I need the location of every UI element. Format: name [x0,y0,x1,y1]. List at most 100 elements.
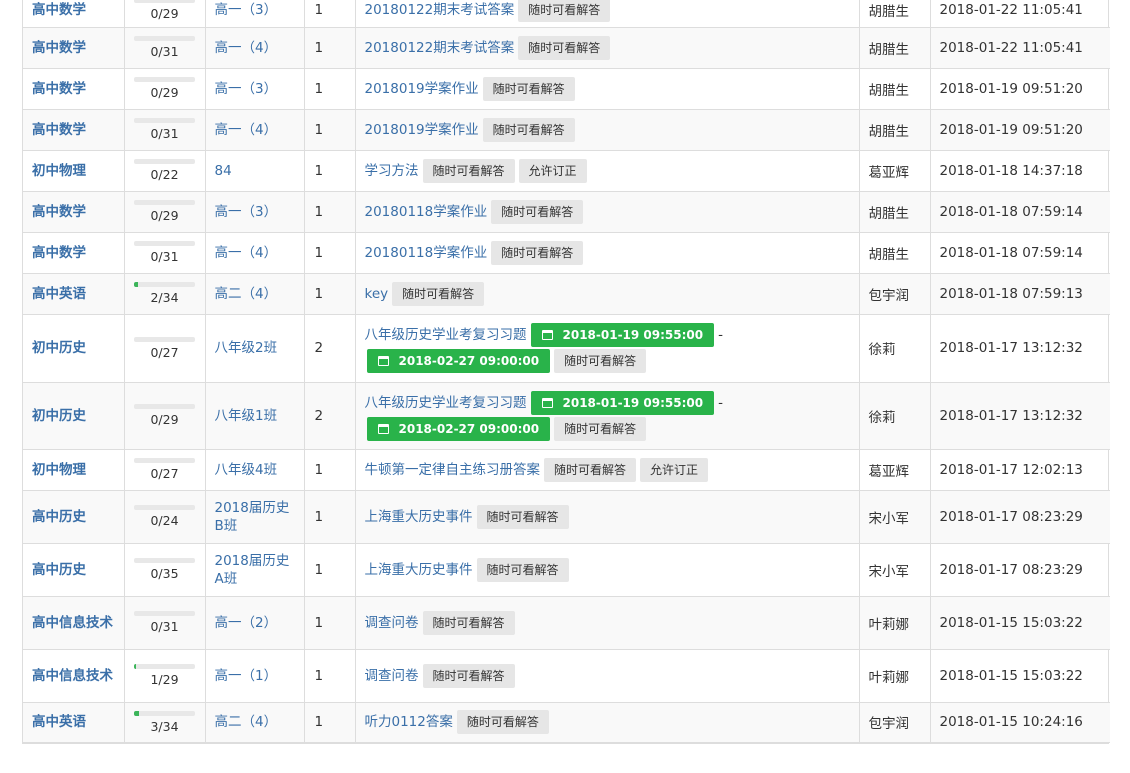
table-row: 高中历史 0/24 2018届历史B班 1 上海重大历史事件 随时可看解答 宋小军 2018-… [23,490,1110,544]
created-time: 2018-01-15 10:24:16 [939,714,1083,730]
time-cell: 2018-01-17 12:02:13 [930,449,1110,491]
assignment-title-link[interactable]: 牛顿第一定律自主练习册答案 [365,462,541,478]
count-value: 1 [314,461,324,478]
answer-tag[interactable]: 随时可看解答 [491,199,584,224]
teacher-name: 包宇润 [868,716,910,732]
class-cell: 高一（4） [205,232,305,274]
answer-tag[interactable]: 随时可看解答 [392,281,485,306]
created-time: 2018-01-22 11:05:41 [939,39,1083,56]
answer-tag[interactable]: 随时可看解答 [554,349,647,373]
progress-bar [134,159,195,164]
subject-cell: 初中历史 [23,382,125,450]
progress-bar [134,664,195,669]
answer-tag[interactable]: 随时可看解答 [476,557,569,582]
progress-text: 0/31 [150,126,179,141]
teacher-name: 宋小军 [868,563,910,580]
progress-bar [134,336,195,342]
class-link[interactable]: 高一（1） [215,668,278,684]
answer-tag[interactable]: 允许订正 [640,457,709,482]
progress-text: 2/34 [150,290,179,305]
count-cell: 1 [304,27,356,69]
assignment-title-link[interactable]: 上海重大历史事件 [365,509,473,525]
table-row: 高中数学 0/29 高一（3） 1 2018019学案作业 随时可看解答 胡腊生 2018-0… [23,68,1110,110]
assignment-title-link[interactable]: 八年级历史学业考复习习题 [365,327,527,343]
answer-tag[interactable]: 随时可看解答 [482,117,575,142]
assignment-title-link[interactable]: 20180118学案作业 [365,204,488,220]
progress-text: 0/29 [150,6,179,22]
answer-tag[interactable]: 随时可看解答 [491,240,584,265]
answer-tag[interactable]: 随时可看解答 [422,158,515,183]
answer-tag[interactable]: 随时可看解答 [422,663,515,688]
class-link[interactable]: 八年级2班 [215,340,278,356]
class-link[interactable]: 高一（3） [215,204,278,220]
answer-tag[interactable]: 随时可看解答 [518,0,611,22]
created-time: 2018-01-17 12:02:13 [939,461,1083,478]
assignment-title-link[interactable]: 调查问卷 [365,668,419,684]
assignment-title-link[interactable]: 20180122期末考试答案 [365,40,515,56]
progress-text: 1/29 [150,672,179,687]
class-link[interactable]: 高一（2） [215,615,278,631]
progress-text: 0/24 [150,513,179,528]
assignment-title-link[interactable]: 听力0112答案 [365,714,453,730]
progress-bar [134,558,195,563]
progress-bar [134,611,195,616]
teacher-cell: 包宇润 [859,273,931,315]
title-cell: 八年级历史学业考复习习题 2018-01-19 09:55:00- 2018-02-… [355,382,860,450]
class-link[interactable]: 高二（4） [215,714,278,730]
class-link[interactable]: 高一（4） [215,245,278,261]
progress-bar [134,36,195,41]
count-value: 1 [314,1,324,18]
class-link[interactable]: 高一（4） [215,40,278,56]
count-value: 1 [314,714,324,730]
subject-cell: 高中数学 [23,0,125,28]
assignment-title-link[interactable]: 20180122期末考试答案 [365,2,515,18]
assignment-title-link[interactable]: 2018019学案作业 [365,122,479,138]
progress-cell: 0/31 [124,109,206,151]
assignment-title-link[interactable]: 八年级历史学业考复习习题 [365,395,527,411]
answer-tag[interactable]: 随时可看解答 [544,457,637,482]
answer-tag[interactable]: 随时可看解答 [476,504,569,529]
class-link[interactable]: 八年级4班 [215,462,278,478]
assignment-title-link[interactable]: 调查问卷 [365,615,419,631]
class-link[interactable]: 高二（4） [215,286,278,302]
assignment-table: 高中数学 0/29 高一（3） 1 20180122期末考试答案 随时可看解答 胡腊生 201… [23,0,1110,743]
class-cell: 高一（3） [205,0,305,28]
subject-name: 高中数学 [32,80,86,97]
class-link[interactable]: 高一（3） [215,81,278,97]
count-value: 2 [314,407,324,424]
assignment-title-link[interactable]: 20180118学案作业 [365,245,488,261]
title-line: 2018-02-27 09:00:00 随时可看解答 [365,348,850,374]
progress-text: 0/31 [150,44,179,59]
class-link[interactable]: 高一（3） [215,2,278,18]
answer-tag[interactable]: 随时可看解答 [554,416,647,441]
subject-name: 高中信息技术 [32,667,113,684]
table-row: 高中数学 0/29 高一（3） 1 20180122期末考试答案 随时可看解答 胡腊生 201… [23,0,1110,28]
answer-tag[interactable]: 随时可看解答 [422,610,515,635]
time-cell: 2018-01-19 09:51:20 [930,109,1110,151]
progress-cell: 3/34 [124,702,206,743]
class-link[interactable]: 八年级1班 [215,408,278,424]
class-link[interactable]: 2018届历史B班 [215,500,290,534]
table-row: 高中数学 0/31 高一（4） 1 20180122期末考试答案 随时可看解答 胡腊生 201… [23,27,1110,69]
class-link[interactable]: 2018届历史A班 [215,553,290,587]
class-link[interactable]: 高一（4） [215,122,278,138]
table-row: 初中物理 0/22 84 1 学习方法 随时可看解答 允许订正 葛亚辉 2018-01-18 1… [23,150,1110,192]
answer-tag[interactable]: 随时可看解答 [482,76,575,101]
created-time: 2018-01-19 09:51:20 [939,121,1083,138]
assignment-title-link[interactable]: key [365,286,389,302]
title-line: 20180122期末考试答案 随时可看解答 [365,0,850,23]
progress-cell: 0/29 [124,68,206,110]
progress-cell: 0/27 [124,314,206,383]
teacher-cell: 葛亚辉 [859,150,931,192]
progress-bar [134,458,195,463]
progress-text: 0/35 [150,566,179,581]
answer-tag[interactable]: 随时可看解答 [518,35,611,60]
class-link[interactable]: 84 [215,163,232,179]
subject-name: 初中物理 [32,162,86,179]
answer-tag[interactable]: 随时可看解答 [456,710,549,734]
time-cell: 2018-01-19 09:51:20 [930,68,1110,110]
assignment-title-link[interactable]: 上海重大历史事件 [365,562,473,578]
answer-tag[interactable]: 允许订正 [518,158,587,183]
assignment-title-link[interactable]: 2018019学案作业 [365,81,479,97]
assignment-title-link[interactable]: 学习方法 [365,163,419,179]
